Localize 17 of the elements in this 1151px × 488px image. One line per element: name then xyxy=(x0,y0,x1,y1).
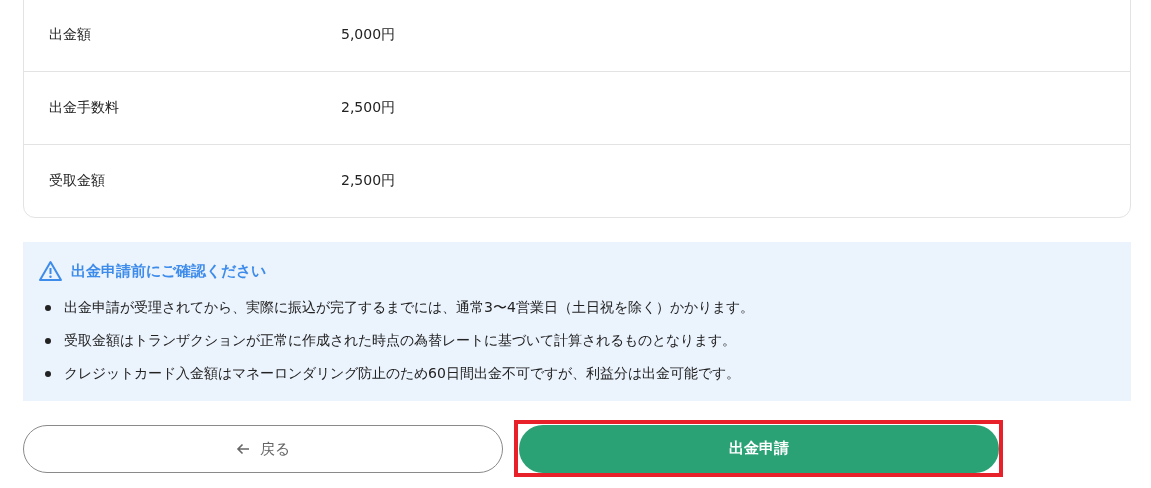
bullet-icon xyxy=(45,337,51,344)
row-label: 出金額 xyxy=(49,25,91,42)
notice-text: 出金申請が受理されてから、実際に振込が完了するまでには、通常3〜4営業日（土日祝を除く）かかります。 xyxy=(64,298,754,317)
submit-button[interactable]: 出金申請 xyxy=(518,424,999,473)
bullet-icon xyxy=(45,304,51,311)
notice-title: 出金申請前にご確認ください xyxy=(71,261,266,281)
back-button[interactable]: 戻る xyxy=(23,425,503,473)
row-value: 5,000円 xyxy=(341,25,396,44)
row-value: 2,500円 xyxy=(341,172,396,190)
row-value: 2,500円 xyxy=(341,99,396,117)
arrow-left-icon xyxy=(236,443,250,455)
warning-icon xyxy=(38,260,63,282)
notice-text: クレジットカード入金額はマネーロンダリング防止のため60日間出金不可ですが、利益分は出金可能です。 xyxy=(64,364,740,383)
row-label: 受取金額 xyxy=(49,172,105,188)
bullet-icon xyxy=(45,370,51,377)
row-label: 出金手数料 xyxy=(49,99,119,115)
notice-text: 受取金額はトランザクションが正常に作成された時点の為替レートに基づいて計算されるものとなります。 xyxy=(64,331,736,350)
